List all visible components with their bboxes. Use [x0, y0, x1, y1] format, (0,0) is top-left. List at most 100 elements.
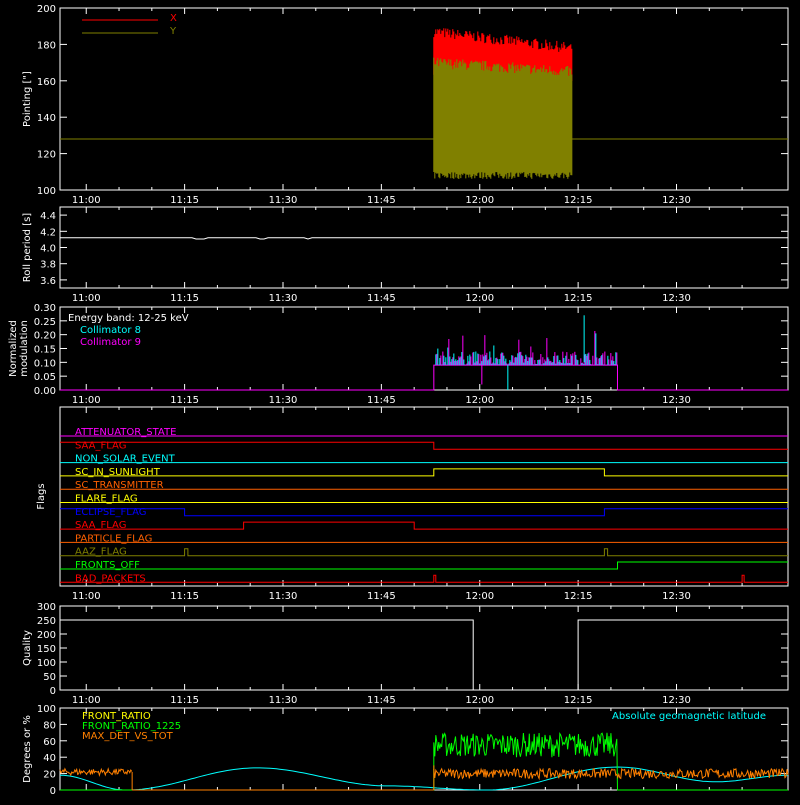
y-tick-label: 4.0 [40, 244, 56, 255]
y-tick-label: 4.4 [40, 211, 56, 222]
y-axis-label: Normalized [8, 320, 19, 377]
flag-label: SAA_FLAG [75, 520, 126, 531]
flag-label: ECLIPSE_FLAG [75, 507, 146, 518]
flag-label: PARTICLE_FLAG [75, 533, 152, 544]
x-tick-label: 12:00 [465, 591, 494, 602]
x-tick-label: 11:30 [269, 293, 298, 304]
x-tick-label: 11:45 [367, 591, 396, 602]
x-tick-label: 11:00 [72, 695, 101, 706]
series-Y-trace [433, 57, 573, 179]
y-tick-label: 160 [37, 77, 56, 88]
flag-line-bad_packets [60, 574, 788, 583]
y-tick-label: 3.8 [40, 260, 56, 271]
y-tick-label: 0.30 [34, 303, 56, 314]
y-axis-label: modulation [19, 320, 30, 377]
flag-label: SC_TRANSMITTER [75, 480, 164, 491]
x-tick-label: 12:15 [564, 395, 593, 406]
y-tick-label: 0.05 [34, 372, 56, 383]
legend-label: X [170, 13, 177, 24]
roll-period-line [59, 237, 788, 240]
latitude-annotation: Absolute geomagnetic latitude [612, 711, 766, 722]
y-tick-label: 200 [37, 4, 56, 15]
x-tick-label: 12:30 [662, 591, 691, 602]
flag-label: BAD_PACKETS [75, 573, 146, 584]
y-tick-label: 100 [37, 704, 56, 715]
x-tick-label: 11:15 [170, 695, 199, 706]
chart-figure: 11:00 11:15 11:30 11:45 12:00 12:15 12:30 100 12… [0, 0, 800, 800]
x-tick-label: 12:00 [465, 293, 494, 304]
legend-label: MAX_DET_VS_TOT [82, 731, 174, 742]
x-tick-label: 12:30 [662, 395, 691, 406]
x-tick-label: 11:15 [170, 591, 199, 602]
x-tick-label: 12:15 [564, 195, 593, 206]
y-tick-label: 0.25 [34, 317, 56, 328]
energy-band-annotation: Energy band: 12-25 keV [68, 313, 189, 324]
x-tick-label: 12:00 [465, 695, 494, 706]
y-tick-label: 0 [50, 786, 56, 797]
y-tick-label: 0 [50, 686, 56, 697]
flag-label: AAZ_FLAG [75, 547, 127, 558]
x-tick-label: 11:15 [170, 195, 199, 206]
x-tick-label: 11:30 [269, 591, 298, 602]
y-axis-label: Quality [22, 630, 33, 666]
x-tick-label: 11:45 [367, 293, 396, 304]
flag-label: FLARE_FLAG [75, 494, 138, 505]
x-tick-label: 11:00 [72, 293, 101, 304]
flag-label: SC_IN_SUNLIGHT [75, 467, 161, 478]
y-tick-label: 200 [37, 630, 56, 641]
x-tick-label: 11:45 [367, 395, 396, 406]
x-tick-label: 12:00 [465, 395, 494, 406]
y-tick-label: 0.00 [34, 386, 56, 397]
flag-label: FRONTS_OFF [75, 560, 140, 571]
flag-line-saa_flag [60, 441, 788, 450]
flag-label: SAA_FLAG [75, 440, 126, 451]
x-tick-label: 11:15 [170, 293, 199, 304]
x-tick-label: 11:30 [269, 395, 298, 406]
figure-canvas: 11:00 11:15 11:30 11:45 12:00 12:15 12:30 100 12… [8, 4, 789, 797]
x-tick-label: 11:45 [367, 695, 396, 706]
legend-label: Y [169, 26, 177, 37]
y-tick-label: 250 [37, 616, 56, 627]
flag-line-aaz_flag [60, 548, 788, 557]
y-tick-label: 100 [37, 186, 56, 197]
y-tick-label: 3.6 [40, 276, 56, 287]
x-tick-label: 11:45 [367, 195, 396, 206]
y-axis-label: Flags [36, 483, 47, 509]
y-tick-label: 100 [37, 658, 56, 669]
legend-label: Collimator 8 [80, 325, 141, 336]
y-tick-label: 140 [37, 113, 56, 124]
y-axis-label: Roll period [s] [22, 213, 33, 282]
flag-label: ATTENUATOR_STATE [75, 427, 176, 438]
collimator-9-base [60, 364, 788, 391]
max-det-vs-tot-line [59, 767, 133, 777]
x-tick-label: 11:30 [269, 195, 298, 206]
y-tick-label: 0.15 [34, 345, 56, 356]
y-tick-label: 150 [37, 644, 56, 655]
y-tick-label: 50 [43, 672, 56, 683]
y-tick-label: 120 [37, 150, 56, 161]
x-tick-label: 12:15 [564, 695, 593, 706]
x-tick-label: 11:30 [269, 695, 298, 706]
y-tick-label: 300 [37, 602, 56, 613]
geomagnetic-latitude-line [59, 766, 789, 791]
x-tick-label: 12:15 [564, 591, 593, 602]
y-tick-label: 40 [43, 753, 56, 764]
flag-line-saa_flag [60, 521, 788, 530]
x-tick-label: 12:30 [662, 293, 691, 304]
max-det-vs-tot-line [433, 767, 789, 781]
x-tick-label: 11:00 [72, 395, 101, 406]
x-tick-label: 12:15 [564, 293, 593, 304]
flag-line-eclipse_flag [60, 508, 788, 517]
y-tick-label: 4.2 [40, 227, 56, 238]
panel-frame-4 [59, 605, 789, 691]
y-tick-label: 60 [43, 737, 56, 748]
x-tick-label: 12:30 [662, 195, 691, 206]
panel-frame-1 [59, 206, 789, 289]
y-axis-label: Degrees or % [22, 715, 33, 783]
y-tick-label: 0.20 [34, 331, 56, 342]
flag-label: NON_SOLAR_EVENT [75, 454, 176, 465]
y-axis-label: Pointing ["] [22, 71, 33, 127]
y-tick-label: 180 [37, 40, 56, 51]
y-tick-label: 80 [43, 720, 56, 731]
legend-label: Collimator 9 [80, 337, 141, 348]
